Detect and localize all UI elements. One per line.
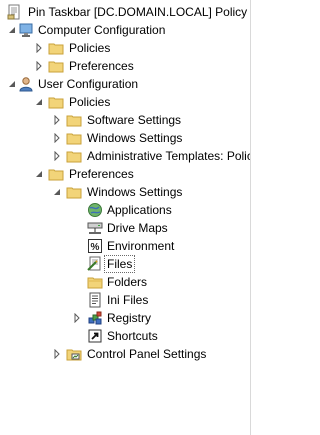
collapse-arrow-icon[interactable]: [7, 25, 17, 35]
tree-item-user-configuration[interactable]: User Configuration: [0, 75, 250, 93]
expand-arrow-icon[interactable]: [34, 61, 44, 71]
collapse-arrow-icon[interactable]: [52, 187, 62, 197]
tree-item-computer-preferences[interactable]: Preferences: [0, 57, 250, 75]
tree-item-computer-configuration[interactable]: Computer Configuration: [0, 21, 250, 39]
folders-icon: [87, 277, 103, 289]
tree-item-root[interactable]: Pin Taskbar [DC.DOMAIN.LOCAL] Policy: [0, 3, 250, 21]
folder-icon: [48, 97, 64, 109]
tree-item-user-policies-label: Policies: [69, 95, 111, 109]
tree-item-ini-files-label: Ini Files: [107, 293, 149, 307]
shortcuts-icon: [88, 329, 102, 343]
tree-item-shortcuts-label: Shortcuts: [107, 329, 158, 343]
tree-item-computer-policies-label: Policies: [69, 41, 111, 55]
tree-item-folders[interactable]: Folders: [0, 273, 250, 291]
tree-item-computer-policies[interactable]: Policies: [0, 39, 250, 57]
user-icon: [19, 77, 33, 92]
pane-divider[interactable]: [250, 0, 251, 435]
tree-item-ini-files[interactable]: Ini Files: [0, 291, 250, 309]
tree-item-administrative-templates[interactable]: Administrative Templates: Polic: [0, 147, 250, 165]
expand-arrow-icon[interactable]: [52, 349, 62, 359]
folder-icon: [48, 43, 64, 55]
tree-item-files-label: Files: [104, 255, 136, 273]
tree-item-computer-preferences-label: Preferences: [69, 59, 134, 73]
files-icon: [87, 256, 101, 271]
tree-item-environment-label: Environment: [107, 239, 175, 253]
collapse-arrow-icon[interactable]: [34, 169, 44, 179]
tree-item-root-label: Pin Taskbar [DC.DOMAIN.LOCAL] Policy: [28, 5, 248, 19]
tree-item-shortcuts[interactable]: Shortcuts: [0, 327, 250, 345]
tree-item-preferences-windows-settings-label: Windows Settings: [87, 185, 183, 199]
tree-item-control-panel-settings-label: Control Panel Settings: [87, 347, 207, 361]
control-panel-icon: [66, 349, 82, 361]
tree-item-user-preferences-label: Preferences: [69, 167, 134, 181]
environment-icon: %: [88, 239, 102, 253]
tree-item-environment[interactable]: % Environment: [0, 237, 250, 255]
drive-maps-icon: [87, 222, 103, 234]
tree-item-policies-windows-settings[interactable]: Windows Settings: [0, 129, 250, 147]
tree-item-drive-maps[interactable]: Drive Maps: [0, 219, 250, 237]
tree-item-policies-windows-settings-label: Windows Settings: [87, 131, 183, 145]
tree-item-computer-configuration-label: Computer Configuration: [38, 23, 166, 37]
collapse-arrow-icon[interactable]: [34, 97, 44, 107]
tree-item-administrative-templates-label: Administrative Templates: Polic: [87, 149, 250, 163]
collapse-arrow-icon[interactable]: [7, 79, 17, 89]
gpo-tree-view[interactable]: Pin Taskbar [DC.DOMAIN.LOCAL] Policy Com…: [0, 0, 250, 435]
folder-icon: [48, 169, 64, 181]
folder-icon: [66, 133, 82, 145]
expand-arrow-icon[interactable]: [52, 115, 62, 125]
tree-item-registry[interactable]: Registry: [0, 309, 250, 327]
tree-item-files[interactable]: Files: [0, 255, 250, 273]
svg-text:%: %: [91, 242, 100, 253]
tree-item-applications-label: Applications: [107, 203, 172, 217]
tree-item-software-settings-label: Software Settings: [87, 113, 182, 127]
folder-icon: [66, 151, 82, 163]
expand-arrow-icon[interactable]: [34, 43, 44, 53]
tree-item-applications[interactable]: Applications: [0, 201, 250, 219]
computer-icon: [19, 23, 33, 37]
tree-item-folders-label: Folders: [107, 275, 148, 289]
tree-item-user-configuration-label: User Configuration: [38, 77, 139, 91]
expand-arrow-icon[interactable]: [52, 133, 62, 143]
tree-item-registry-label: Registry: [107, 311, 152, 325]
applications-globe-icon: [88, 203, 102, 217]
tree-item-software-settings[interactable]: Software Settings: [0, 111, 250, 129]
tree-item-user-preferences[interactable]: Preferences: [0, 165, 250, 183]
expand-arrow-icon[interactable]: [72, 313, 82, 323]
ini-files-icon: [89, 292, 101, 308]
tree-item-preferences-windows-settings[interactable]: Windows Settings: [0, 183, 250, 201]
folder-icon: [48, 61, 64, 73]
tree-item-user-policies[interactable]: Policies: [0, 93, 250, 111]
folder-icon: [66, 187, 82, 199]
registry-icon: [88, 311, 102, 325]
policy-document-icon: [7, 4, 20, 20]
expand-arrow-icon[interactable]: [52, 151, 62, 161]
tree-item-control-panel-settings[interactable]: Control Panel Settings: [0, 345, 250, 363]
tree-item-drive-maps-label: Drive Maps: [107, 221, 168, 235]
folder-icon: [66, 115, 82, 127]
